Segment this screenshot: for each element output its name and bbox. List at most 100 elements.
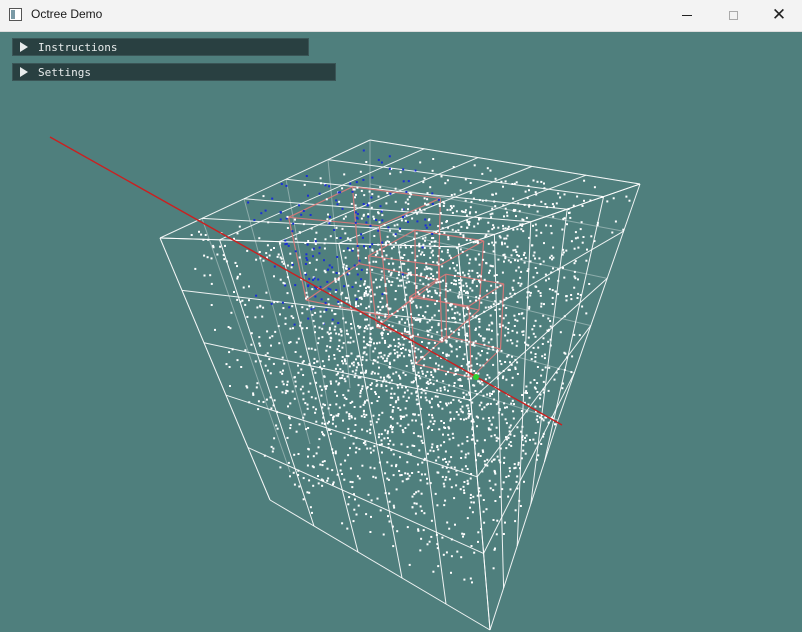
point — [471, 289, 474, 292]
point — [493, 200, 496, 203]
point — [332, 416, 334, 419]
point — [376, 342, 378, 345]
point — [459, 488, 462, 491]
point — [479, 354, 482, 357]
point — [401, 480, 404, 483]
point — [338, 350, 341, 352]
point — [398, 230, 401, 232]
point — [292, 327, 294, 330]
point — [495, 274, 498, 276]
point — [347, 341, 350, 344]
point — [534, 319, 537, 322]
point — [437, 281, 440, 284]
point — [352, 247, 355, 250]
point — [344, 296, 347, 299]
point — [432, 376, 435, 379]
point — [273, 247, 275, 249]
point — [458, 272, 461, 275]
point — [513, 434, 516, 437]
point — [311, 313, 314, 316]
instructions-panel-header[interactable]: Instructions — [12, 38, 309, 56]
point — [449, 288, 452, 291]
selected-point — [351, 286, 354, 288]
3d-viewport[interactable]: Instructions Settings — [0, 32, 802, 632]
title-bar[interactable]: Octree Demo ✕ — [0, 0, 802, 32]
point — [395, 463, 398, 466]
point — [427, 278, 430, 281]
selected-point — [271, 197, 274, 200]
point — [415, 274, 418, 276]
selected-point — [318, 246, 321, 249]
point — [470, 545, 473, 547]
point — [562, 248, 565, 251]
point — [350, 434, 353, 437]
point — [376, 324, 379, 327]
point — [373, 293, 376, 296]
point — [219, 245, 222, 248]
point — [454, 279, 457, 282]
point — [453, 390, 456, 393]
point — [489, 402, 492, 405]
point — [335, 237, 338, 239]
point — [269, 372, 272, 375]
point — [511, 183, 514, 185]
point — [394, 241, 397, 244]
point — [557, 268, 559, 271]
grid-line — [159, 237, 271, 501]
minimize-button[interactable] — [664, 0, 710, 31]
point — [529, 260, 532, 263]
selected-point — [327, 268, 329, 271]
point — [416, 403, 419, 406]
point — [463, 315, 466, 317]
close-button[interactable]: ✕ — [756, 0, 802, 31]
point — [445, 551, 448, 554]
point — [322, 322, 325, 325]
point — [369, 447, 372, 450]
point — [198, 230, 200, 233]
point — [281, 356, 284, 359]
point — [465, 313, 468, 316]
octree-scene[interactable] — [0, 32, 802, 632]
point — [579, 294, 582, 296]
point — [516, 361, 519, 364]
selected-point — [421, 246, 424, 249]
point — [356, 355, 359, 358]
selected-point — [279, 211, 282, 214]
point — [431, 237, 434, 239]
point — [379, 301, 382, 303]
point — [462, 358, 465, 360]
point — [450, 256, 452, 259]
point — [543, 187, 546, 190]
point — [346, 527, 349, 530]
point — [470, 364, 473, 367]
point — [391, 426, 394, 429]
point — [453, 417, 456, 420]
point — [357, 504, 360, 507]
point — [458, 243, 460, 246]
point — [421, 372, 424, 375]
point — [555, 371, 558, 374]
settings-panel-header[interactable]: Settings — [12, 63, 336, 81]
point — [450, 466, 453, 469]
point — [392, 453, 395, 456]
point — [473, 370, 476, 372]
ray-hit-point — [473, 374, 479, 380]
point — [462, 236, 465, 238]
maximize-button[interactable] — [710, 0, 756, 31]
point — [450, 401, 452, 404]
point — [448, 427, 451, 430]
point — [455, 348, 458, 351]
point — [515, 215, 517, 218]
point — [419, 435, 422, 438]
point — [562, 251, 565, 254]
selected-point — [279, 218, 282, 221]
point — [352, 340, 355, 343]
point — [576, 236, 579, 239]
point — [438, 205, 441, 207]
point — [319, 385, 322, 388]
point — [349, 447, 351, 450]
point — [481, 350, 483, 352]
point — [612, 197, 615, 200]
point — [522, 333, 525, 336]
point — [328, 429, 331, 431]
